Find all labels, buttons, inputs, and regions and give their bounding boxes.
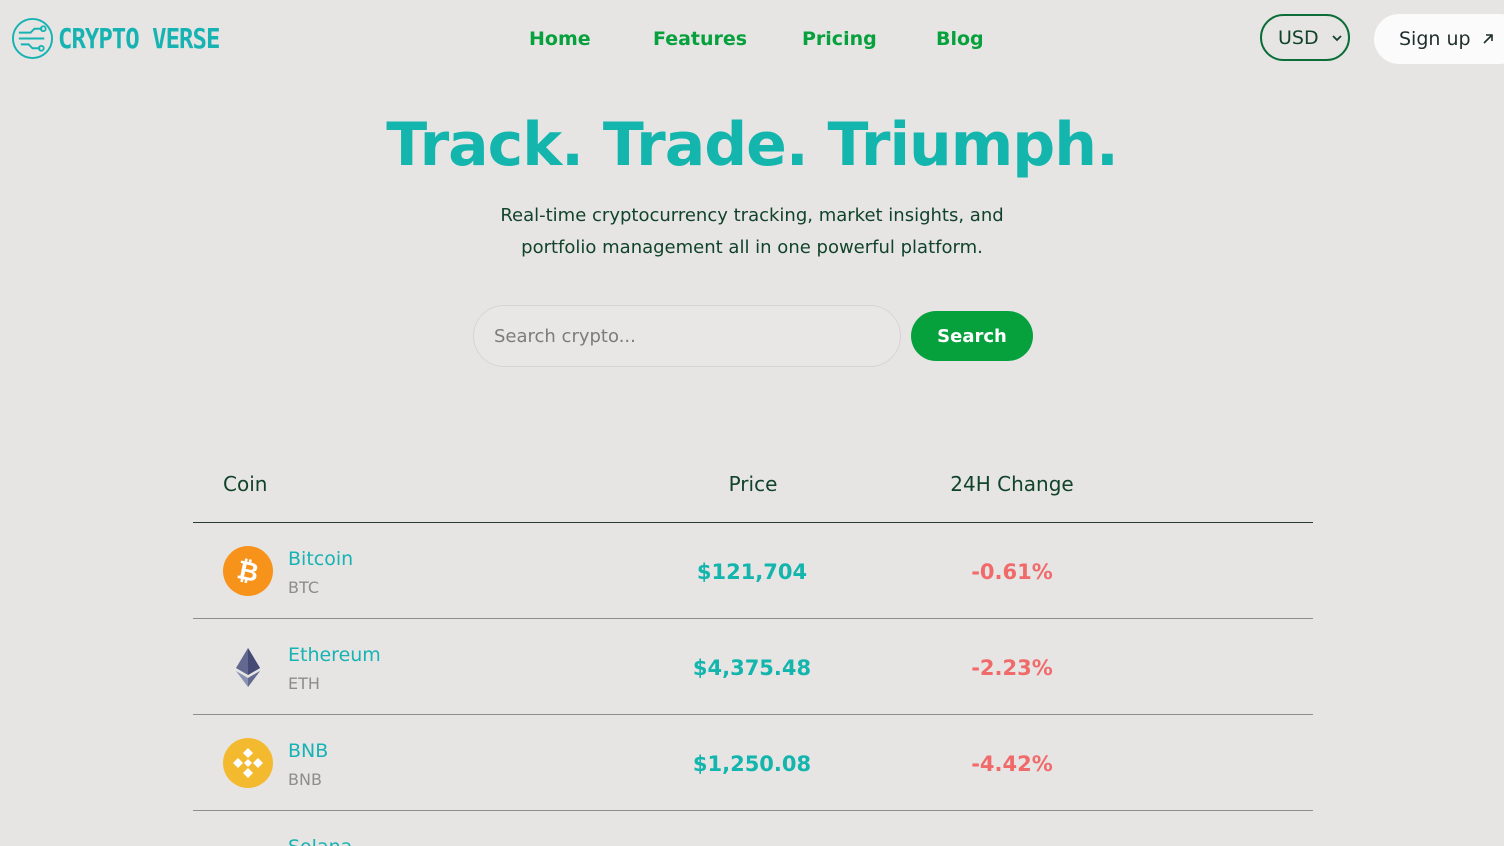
coin-name: Ethereum	[288, 644, 381, 666]
hero-subtitle-line: portfolio management all in one powerful…	[521, 237, 983, 258]
hero-title: Track. Trade. Triumph.	[386, 110, 1119, 180]
arrow-up-right-icon	[1483, 34, 1493, 44]
table-row[interactable]: Solana	[193, 811, 1313, 846]
coin-price: $4,375.48	[692, 656, 812, 680]
search-button[interactable]: Search	[911, 311, 1033, 361]
solana-icon	[223, 834, 273, 846]
coin-symbol: BNB	[288, 770, 322, 789]
currency-select[interactable]: USD	[1260, 14, 1350, 61]
currency-value: USD	[1278, 26, 1319, 49]
table-row[interactable]: BNB BNB $1,250.08 -4.42%	[193, 715, 1313, 811]
nav-features[interactable]: Features	[653, 28, 747, 50]
hero-subtitle-line: Real-time cryptocurrency tracking, marke…	[500, 205, 1004, 226]
hero-subtitle: Real-time cryptocurrency tracking, marke…	[0, 200, 1504, 264]
circuit-logo-icon	[11, 17, 54, 60]
coin-price: $1,250.08	[692, 752, 812, 776]
signup-button[interactable]: Sign up	[1374, 14, 1504, 64]
bitcoin-icon: ₿	[223, 546, 273, 596]
column-header-coin: Coin	[223, 472, 268, 496]
logo[interactable]: CRYPTO VERSE	[11, 17, 220, 60]
coin-change: -0.61%	[971, 560, 1053, 584]
coin-change: -2.23%	[971, 656, 1053, 680]
crypto-table: Coin Price 24H Change ₿ Bitcoin BTC $121…	[193, 450, 1313, 846]
coin-name: Solana	[288, 836, 352, 846]
coin-name: Bitcoin	[288, 548, 354, 570]
nav-pricing[interactable]: Pricing	[802, 28, 877, 50]
nav-blog[interactable]: Blog	[936, 28, 984, 50]
table-row[interactable]: ₿ Bitcoin BTC $121,704 -0.61%	[193, 523, 1313, 619]
coin-symbol: BTC	[288, 578, 319, 597]
ethereum-icon	[223, 642, 273, 692]
coin-symbol: ETH	[288, 674, 320, 693]
bnb-icon	[223, 738, 273, 788]
table-row[interactable]: Ethereum ETH $4,375.48 -2.23%	[193, 619, 1313, 715]
table-header: Coin Price 24H Change	[193, 450, 1313, 523]
nav-home[interactable]: Home	[529, 28, 591, 50]
coin-name: BNB	[288, 740, 329, 762]
search-input[interactable]	[473, 305, 901, 367]
column-header-change: 24H Change	[950, 472, 1074, 496]
logo-text: CRYPTO VERSE	[58, 22, 220, 55]
chevron-down-icon	[1331, 34, 1342, 41]
coin-price: $121,704	[696, 560, 808, 584]
coin-change: -4.42%	[971, 752, 1053, 776]
column-header-price: Price	[728, 472, 778, 496]
signup-label: Sign up	[1399, 28, 1471, 50]
